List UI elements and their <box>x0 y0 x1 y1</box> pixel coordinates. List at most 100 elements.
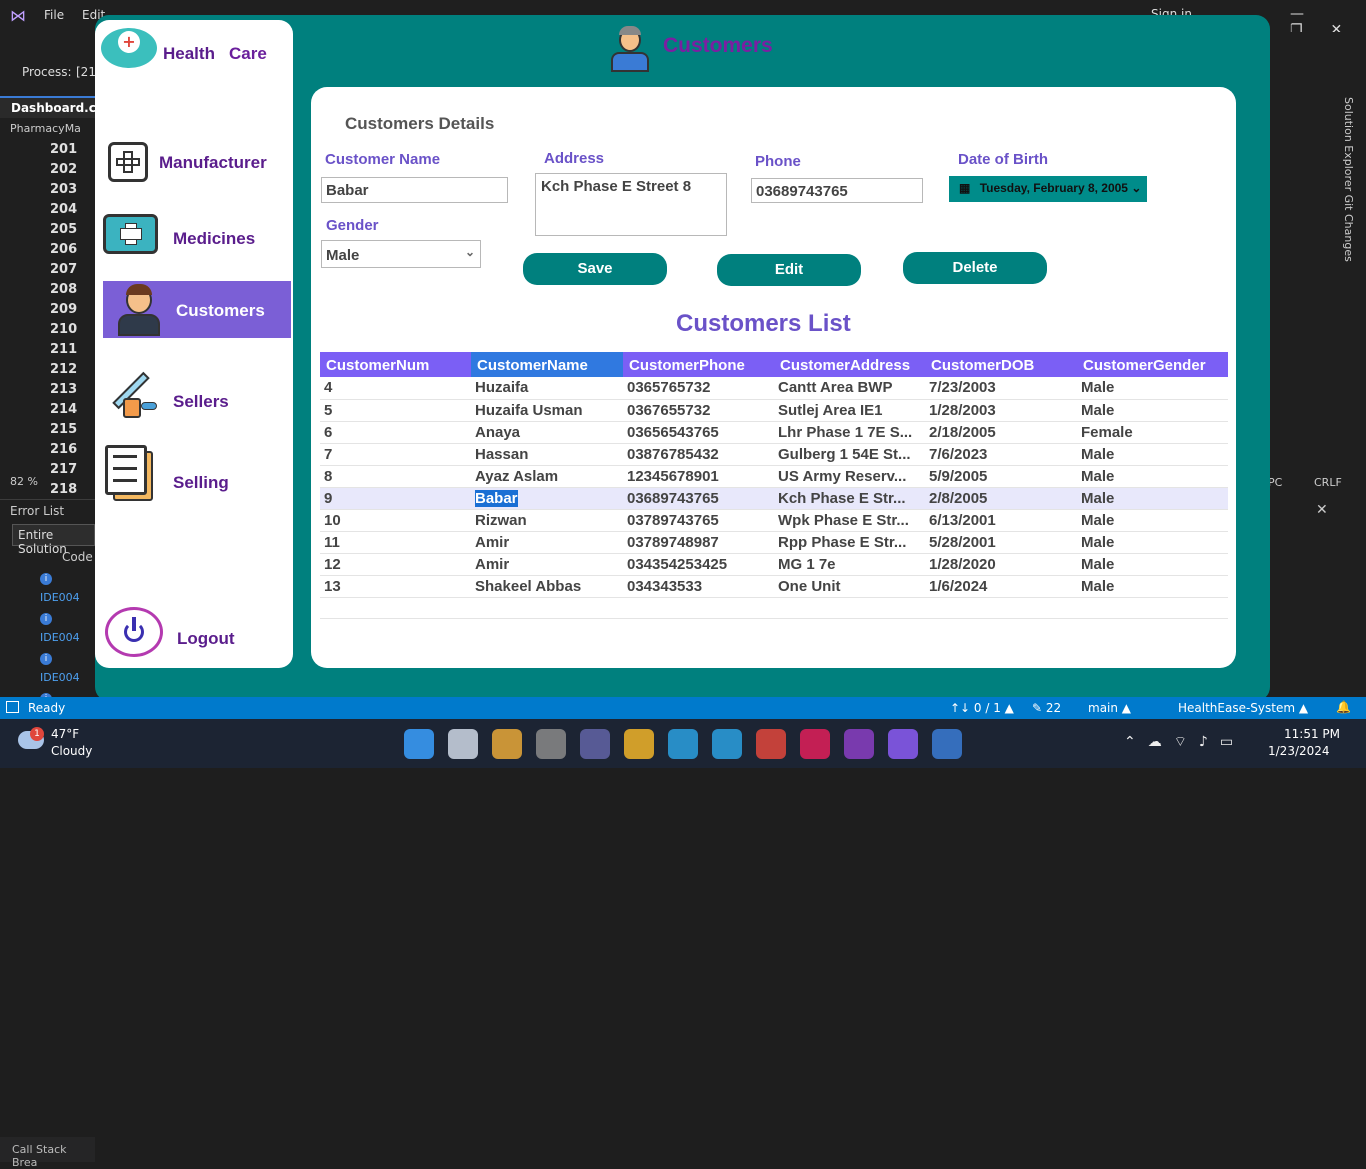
slack-icon[interactable] <box>800 729 830 759</box>
table-row[interactable]: 10 Rizwan 03789743765 Wpk Phase E Str... 6/1… <box>320 509 1228 532</box>
weather-condition[interactable]: Cloudy <box>51 744 92 758</box>
teams-icon[interactable] <box>580 729 610 759</box>
editor-tab[interactable]: Dashboard.cs <box>0 96 103 118</box>
table-cell[interactable]: Wpk Phase E Str... <box>774 509 925 532</box>
table-cell[interactable]: 13 <box>320 575 471 598</box>
gender-select[interactable]: Male ⌄ <box>321 240 481 268</box>
table-cell[interactable]: Kch Phase E Str... <box>774 487 925 510</box>
app-icon[interactable] <box>932 729 962 759</box>
table-cell[interactable]: 034354253425 <box>623 553 774 576</box>
line-ending[interactable]: CRLF <box>1314 476 1342 489</box>
weather-temp[interactable]: 47°F <box>51 727 79 741</box>
table-cell[interactable]: Female <box>1077 421 1228 444</box>
table-cell[interactable]: Male <box>1077 531 1228 554</box>
search-icon[interactable] <box>448 729 478 759</box>
table-cell[interactable]: Sutlej Area IE1 <box>774 399 925 422</box>
table-cell[interactable]: 03876785432 <box>623 443 774 466</box>
system-tray[interactable]: ⌃☁⌔♪▭ <box>1124 733 1245 751</box>
table-cell[interactable]: 6 <box>320 421 471 444</box>
store-icon[interactable] <box>712 729 742 759</box>
table-cell[interactable]: 10 <box>320 509 471 532</box>
table-cell[interactable]: Amir <box>471 531 623 554</box>
table-row[interactable]: 7 Hassan 03876785432 Gulberg 1 54E St... 7/6… <box>320 443 1228 466</box>
table-row[interactable]: 13 Shakeel Abbas 034343533 One Unit 1/6/2024… <box>320 575 1228 598</box>
address-textarea[interactable]: Kch Phase E Street 8 <box>535 173 727 236</box>
edit-button[interactable]: Edit <box>717 254 861 286</box>
windows-start-icon[interactable] <box>404 729 434 759</box>
error-scope-select[interactable]: Entire Solution <box>12 524 95 556</box>
copilot-icon[interactable] <box>492 729 522 759</box>
table-row[interactable]: 8 Ayaz Aslam 12345678901 US Army Reserv... 5… <box>320 465 1228 488</box>
table-cell[interactable]: 6/13/2001 <box>925 509 1077 532</box>
table-cell[interactable]: Male <box>1077 509 1228 532</box>
bottom-tabs[interactable]: Call Stack Brea <box>0 1137 95 1169</box>
table-cell[interactable]: 9 <box>320 487 471 510</box>
table-cell[interactable]: 7/6/2023 <box>925 443 1077 466</box>
sidebar-item-manufacturer[interactable]: Manufacturer <box>159 153 267 173</box>
table-cell[interactable]: 1/6/2024 <box>925 575 1077 598</box>
error-row[interactable]: i IDE004 <box>40 568 95 608</box>
table-cell[interactable]: Male <box>1077 443 1228 466</box>
status-branch[interactable]: main ▲ <box>1088 701 1131 715</box>
table-cell[interactable]: 7/23/2003 <box>925 377 1077 400</box>
table-cell[interactable]: 1/28/2003 <box>925 399 1077 422</box>
table-cell[interactable]: 0367655732 <box>623 399 774 422</box>
table-cell[interactable]: Amir <box>471 553 623 576</box>
notification-bell-icon[interactable]: 🔔 <box>1336 700 1351 714</box>
status-edits[interactable]: ✎ 22 <box>1032 701 1061 715</box>
table-cell[interactable]: 2/8/2005 <box>925 487 1077 510</box>
table-cell[interactable]: Male <box>1077 575 1228 598</box>
table-cell[interactable]: 03689743765 <box>623 487 774 510</box>
column-header-customergender[interactable]: CustomerGender <box>1077 352 1228 377</box>
table-cell[interactable]: Gulberg 1 54E St... <box>774 443 925 466</box>
table-cell[interactable]: 1/28/2020 <box>925 553 1077 576</box>
table-cell[interactable]: 4 <box>320 377 471 400</box>
sidebar-item-customers[interactable]: Customers <box>176 301 265 321</box>
table-cell[interactable]: Lhr Phase 1 7E S... <box>774 421 925 444</box>
table-cell[interactable]: 0365765732 <box>623 377 774 400</box>
table-cell[interactable]: Rizwan <box>471 509 623 532</box>
medical-case-icon[interactable] <box>103 214 158 254</box>
editor-subtab[interactable]: PharmacyMa <box>10 122 81 135</box>
table-cell[interactable]: MG 1 7e <box>774 553 925 576</box>
task-view-icon[interactable] <box>536 729 566 759</box>
table-cell[interactable]: 12345678901 <box>623 465 774 488</box>
table-cell[interactable]: Rpp Phase E Str... <box>774 531 925 554</box>
error-row[interactable]: i IDE004 <box>40 648 95 688</box>
table-cell[interactable]: Male <box>1077 399 1228 422</box>
table-cell[interactable]: 03789743765 <box>623 509 774 532</box>
visual-studio-icon[interactable] <box>888 729 918 759</box>
table-cell[interactable]: 03656543765 <box>623 421 774 444</box>
customers-table[interactable]: CustomerNum CustomerName CustomerPhone Cust… <box>320 352 1228 598</box>
file-explorer-icon[interactable] <box>624 729 654 759</box>
code-column-header[interactable]: Code <box>62 550 93 564</box>
table-cell[interactable]: Huzaifa <box>471 377 623 400</box>
table-cell[interactable]: Huzaifa Usman <box>471 399 623 422</box>
table-cell[interactable]: 12 <box>320 553 471 576</box>
status-repo[interactable]: HealthEase-System ▲ <box>1178 701 1308 715</box>
table-cell[interactable]: 03789748987 <box>623 531 774 554</box>
table-cell[interactable]: 7 <box>320 443 471 466</box>
sidebar-item-sellers[interactable]: Sellers <box>173 392 229 412</box>
syringe-pills-icon[interactable] <box>103 366 158 418</box>
column-header-customerdob[interactable]: CustomerDOB <box>925 352 1077 377</box>
table-cell[interactable]: Hassan <box>471 443 623 466</box>
table-row[interactable]: 6 Anaya 03656543765 Lhr Phase 1 7E S... 2/18… <box>320 421 1228 444</box>
dob-date-picker[interactable]: ▦ Tuesday, February 8, 2005 ⌄ <box>949 176 1147 202</box>
clock-time[interactable]: 11:51 PM <box>1284 727 1340 741</box>
sidebar-item-medicines[interactable]: Medicines <box>173 229 255 249</box>
table-cell[interactable]: Shakeel Abbas <box>471 575 623 598</box>
table-row[interactable]: 9 Babar 03689743765 Kch Phase E Str... 2/8/2… <box>320 487 1228 510</box>
sidebar-item-selling[interactable]: Selling <box>173 473 229 493</box>
table-cell[interactable]: US Army Reserv... <box>774 465 925 488</box>
zoom-level[interactable]: 82 % <box>10 475 38 488</box>
table-cell[interactable]: 5 <box>320 399 471 422</box>
businessman-icon[interactable] <box>116 284 162 336</box>
table-cell[interactable]: 5/9/2005 <box>925 465 1077 488</box>
edge-icon[interactable] <box>668 729 698 759</box>
chrome-icon[interactable] <box>756 729 786 759</box>
save-button[interactable]: Save <box>523 253 667 285</box>
power-icon[interactable] <box>105 607 163 657</box>
table-cell[interactable]: Male <box>1077 465 1228 488</box>
table-cell[interactable]: 5/28/2001 <box>925 531 1077 554</box>
